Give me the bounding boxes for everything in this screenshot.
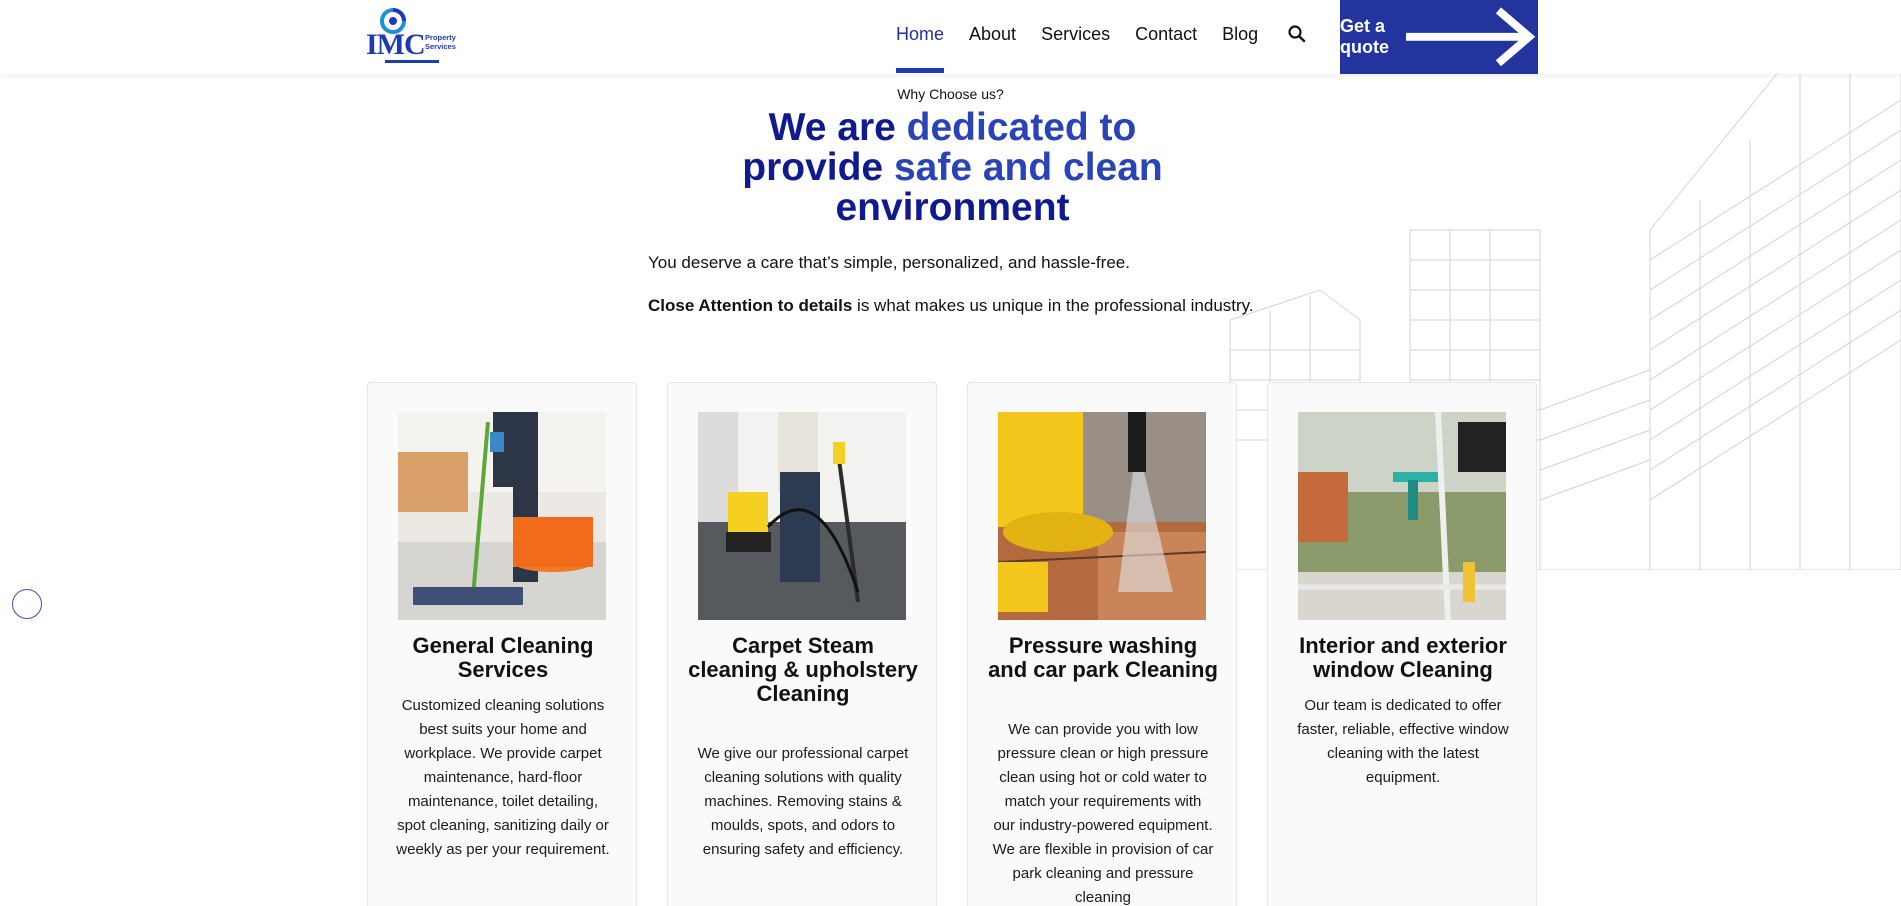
get-a-quote-button[interactable]: Get a quote: [1340, 0, 1538, 74]
get-a-quote-label: Get a quote: [1340, 16, 1389, 57]
service-card-carpet-steam[interactable]: Carpet Steam cleaning & upholstery Clean…: [667, 382, 937, 906]
nav-about[interactable]: About: [969, 22, 1016, 46]
card-title: General Cleaning Services: [412, 633, 594, 682]
logo-bar: [385, 60, 439, 63]
card-title: Carpet Steam cleaning & upholstery Clean…: [688, 633, 918, 706]
service-card-pressure-washing[interactable]: Pressure washing and car park Cleaning W…: [967, 382, 1237, 906]
search-icon[interactable]: [1287, 24, 1307, 44]
window-cleaning-image: [1298, 412, 1506, 620]
intro-detail-rest: is what makes us unique in the professio…: [852, 296, 1254, 315]
headline-part: provide: [742, 146, 894, 189]
nav-active-underline: [896, 68, 944, 73]
headline-part: We are: [768, 106, 907, 149]
headline-highlight: dedicated to: [906, 106, 1137, 149]
nav-home[interactable]: Home: [896, 22, 944, 46]
card-description: We give our professional carpet cleaning…: [697, 745, 909, 858]
site-header: IMC Property Services Home About Service…: [0, 0, 1901, 74]
pressure-washing-image: [998, 412, 1206, 620]
section-headline: We are dedicated to provide safe and cle…: [700, 108, 1205, 228]
intro-detail-bold: Close Attention to details: [648, 296, 853, 315]
arrow-right-icon: [1406, 7, 1536, 67]
nav-contact[interactable]: Contact: [1135, 22, 1197, 46]
headline-part: environment: [835, 186, 1070, 229]
intro-detail-text: Close Attention to details is what makes…: [648, 296, 1254, 316]
headline-highlight: safe and clean: [893, 146, 1163, 189]
main-nav: Home About Services Contact Blog: [896, 22, 1283, 46]
service-card-window-cleaning[interactable]: Interior and exterior window Cleaning Ou…: [1267, 382, 1537, 906]
carpet-cleaning-image: [698, 412, 906, 620]
card-description: Our team is dedicated to offer faster, r…: [1297, 697, 1509, 786]
card-description: We can provide you with low pressure cle…: [992, 721, 1214, 906]
section-eyebrow: Why Choose us?: [897, 86, 1004, 102]
intro-text: You deserve a care that’s simple, person…: [648, 253, 1130, 272]
service-card-general-cleaning[interactable]: General Cleaning Services Customized cle…: [367, 382, 637, 906]
card-title: Pressure washing and car park Cleaning: [988, 633, 1218, 682]
nav-blog[interactable]: Blog: [1222, 22, 1258, 46]
card-description: Customized cleaning solutions best suits…: [396, 697, 610, 858]
general-cleaning-image: [398, 412, 606, 620]
scroll-indicator-circle[interactable]: [12, 589, 42, 619]
nav-services[interactable]: Services: [1041, 22, 1110, 46]
logo-text: IMC: [366, 28, 426, 61]
imc-logo[interactable]: IMC Property Services: [366, 8, 458, 64]
logo-subtext: Property Services: [425, 33, 456, 51]
card-title: Interior and exterior window Cleaning: [1299, 633, 1507, 682]
